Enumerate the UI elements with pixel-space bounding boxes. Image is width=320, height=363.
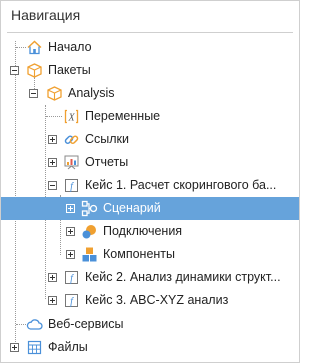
tree-item-label: Ссылки xyxy=(85,132,130,146)
tree-item-packages[interactable]: Пакеты xyxy=(1,59,299,82)
expand-toggle[interactable] xyxy=(48,273,57,282)
expand-toggle[interactable] xyxy=(48,135,57,144)
tree-item-label: Кейс 2. Анализ динамики структ... xyxy=(85,270,281,284)
tree-item-label: Файлы xyxy=(48,340,88,354)
module-icon: f xyxy=(65,294,78,308)
tree-item-case3[interactable]: f Кейс 3. ABC-XYZ анализ xyxy=(1,289,299,312)
tree-item-label: Кейс 1. Расчет скорингового ба... xyxy=(85,178,277,192)
tree-item-scenario[interactable]: Сценарий xyxy=(1,197,299,220)
expand-toggle[interactable] xyxy=(66,227,75,236)
link-icon xyxy=(64,135,79,145)
cloud-icon xyxy=(26,319,43,330)
collapse-toggle[interactable] xyxy=(29,89,38,98)
tree-item-label: Переменные xyxy=(85,109,161,123)
tree-item-links[interactable]: Ссылки xyxy=(1,128,299,151)
tree-item-label: Analysis xyxy=(68,86,115,100)
navigation-tree: Начало Пакеты Analysis X Переменные Ссыл… xyxy=(1,1,299,362)
svg-text:X: X xyxy=(67,113,75,124)
home-icon xyxy=(27,40,42,55)
tree-item-label: Компоненты xyxy=(103,247,176,261)
tree-item-label: Отчеты xyxy=(85,155,129,169)
module-icon: f xyxy=(65,179,78,193)
tree-item-label: Начало xyxy=(48,40,92,54)
tree-item-analysis[interactable]: Analysis xyxy=(1,82,299,105)
tree-item-label: Пакеты xyxy=(48,63,91,77)
tree-item-files[interactable]: Файлы xyxy=(1,336,299,359)
tree-item-label: Веб-сервисы xyxy=(48,317,124,331)
tree-connector xyxy=(46,116,62,117)
tree-item-case1[interactable]: f Кейс 1. Расчет скорингового ба... xyxy=(1,174,299,197)
tree-item-home[interactable]: Начало xyxy=(1,36,299,59)
expand-toggle[interactable] xyxy=(66,204,75,213)
expand-toggle[interactable] xyxy=(48,296,57,305)
tree-item-webservices[interactable]: Веб-сервисы xyxy=(1,313,299,336)
tree-item-variables[interactable]: X Переменные xyxy=(1,105,299,128)
tree-item-label: Кейс 3. ABC-XYZ анализ xyxy=(85,293,229,307)
components-icon xyxy=(82,247,97,262)
files-icon xyxy=(27,340,42,355)
tree-item-label: Сценарий xyxy=(103,201,161,215)
expand-toggle[interactable] xyxy=(48,158,57,167)
variable-icon: X xyxy=(64,109,79,124)
collapse-toggle[interactable] xyxy=(48,181,57,190)
connection-icon xyxy=(82,225,96,239)
navigation-panel: Навигация Начало Пакеты Analysis X Перем… xyxy=(0,0,300,363)
scenario-icon xyxy=(81,200,98,217)
tree-connector xyxy=(16,324,26,325)
expand-toggle[interactable] xyxy=(10,343,19,352)
tree-item-case2[interactable]: f Кейс 2. Анализ динамики структ... xyxy=(1,266,299,289)
package-icon xyxy=(27,63,42,78)
module-icon: f xyxy=(65,271,78,285)
tree-item-connections[interactable]: Подключения xyxy=(1,220,299,243)
tree-connector xyxy=(16,47,26,48)
expand-toggle[interactable] xyxy=(66,250,75,259)
tree-item-components[interactable]: Компоненты xyxy=(1,243,299,266)
collapse-toggle[interactable] xyxy=(10,66,19,75)
package-icon xyxy=(47,86,62,101)
report-icon xyxy=(64,155,79,170)
tree-item-reports[interactable]: Отчеты xyxy=(1,151,299,174)
tree-item-label: Подключения xyxy=(103,224,183,238)
